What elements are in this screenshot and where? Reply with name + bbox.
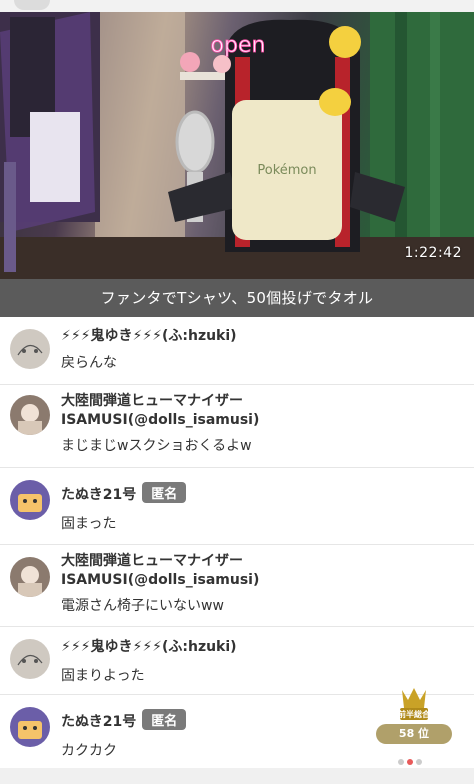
rank-position: 58 位: [376, 724, 452, 744]
avatar[interactable]: [10, 395, 50, 435]
rank-crown-icon: 前半総合: [398, 688, 431, 720]
anonymous-badge: 匿名: [142, 482, 187, 503]
comment-item[interactable]: たぬき21号 匿名 固まった: [0, 468, 474, 545]
top-bar: [0, 0, 474, 12]
comment-message: 固まった: [61, 516, 117, 532]
bottom-bar: [0, 768, 474, 784]
video-frame: Pokémon open: [0, 12, 474, 279]
avatar[interactable]: [10, 329, 50, 369]
video-player[interactable]: Pokémon open 1:22:42: [0, 12, 474, 279]
comment-author[interactable]: 大陸間弾道ヒューマナイザー ISAMUSI(@dolls_isamusi): [61, 552, 259, 590]
comment-item[interactable]: ⚡⚡⚡鬼ゆき⚡⚡⚡(ふ:hzuki) 戻らんな: [0, 317, 474, 385]
page-indicator: [398, 750, 425, 769]
author-line-2: ISAMUSI(@dolls_isamusi): [61, 572, 260, 588]
page-dot-active: [407, 759, 413, 765]
comment-author[interactable]: ⚡⚡⚡鬼ゆき⚡⚡⚡(ふ:hzuki): [61, 325, 237, 345]
avatar[interactable]: [10, 480, 50, 520]
rank-label: 前半総合: [398, 709, 431, 719]
anonymous-badge: 匿名: [142, 709, 187, 730]
page-dot: [398, 759, 404, 765]
comment-message: カクカク: [61, 743, 117, 759]
comment-message: 固まりよった: [61, 668, 145, 684]
rank-widget[interactable]: 前半総合 58 位: [376, 684, 452, 748]
comment-author[interactable]: 大陸間弾道ヒューマナイザー ISAMUSI(@dolls_isamusi): [61, 392, 259, 430]
avatar[interactable]: [10, 557, 50, 597]
author-name: たぬき21号: [61, 714, 137, 730]
comment-message: 戻らんな: [61, 355, 117, 371]
author-line-2: ISAMUSI(@dolls_isamusi): [61, 412, 260, 428]
comment-author[interactable]: たぬき21号 匿名: [61, 482, 187, 504]
author-name: たぬき21号: [61, 487, 137, 503]
comment-author[interactable]: ⚡⚡⚡鬼ゆき⚡⚡⚡(ふ:hzuki): [61, 636, 237, 656]
video-timestamp: 1:22:42: [404, 245, 462, 261]
neon-sign: open: [211, 33, 266, 58]
comment-message: まじまじwスクショおくるよw: [61, 438, 252, 454]
avatar[interactable]: [10, 639, 50, 679]
page-dot: [416, 759, 422, 765]
comment-item[interactable]: 大陸間弾道ヒューマナイザー ISAMUSI(@dolls_isamusi) まじ…: [0, 385, 474, 468]
author-line-1: 大陸間弾道ヒューマナイザー: [61, 393, 243, 409]
top-chip: [14, 0, 50, 10]
pillow-text: Pokémon: [257, 163, 316, 178]
comment-message: 電源さん椅子にいないww: [61, 598, 224, 614]
avatar[interactable]: [10, 707, 50, 747]
comment-item[interactable]: 大陸間弾道ヒューマナイザー ISAMUSI(@dolls_isamusi) 電源…: [0, 545, 474, 627]
caption-bar: ファンタでTシャツ、50個投げでタオル: [0, 279, 474, 317]
comment-author[interactable]: たぬき21号 匿名: [61, 709, 187, 731]
author-line-1: 大陸間弾道ヒューマナイザー: [61, 553, 243, 569]
